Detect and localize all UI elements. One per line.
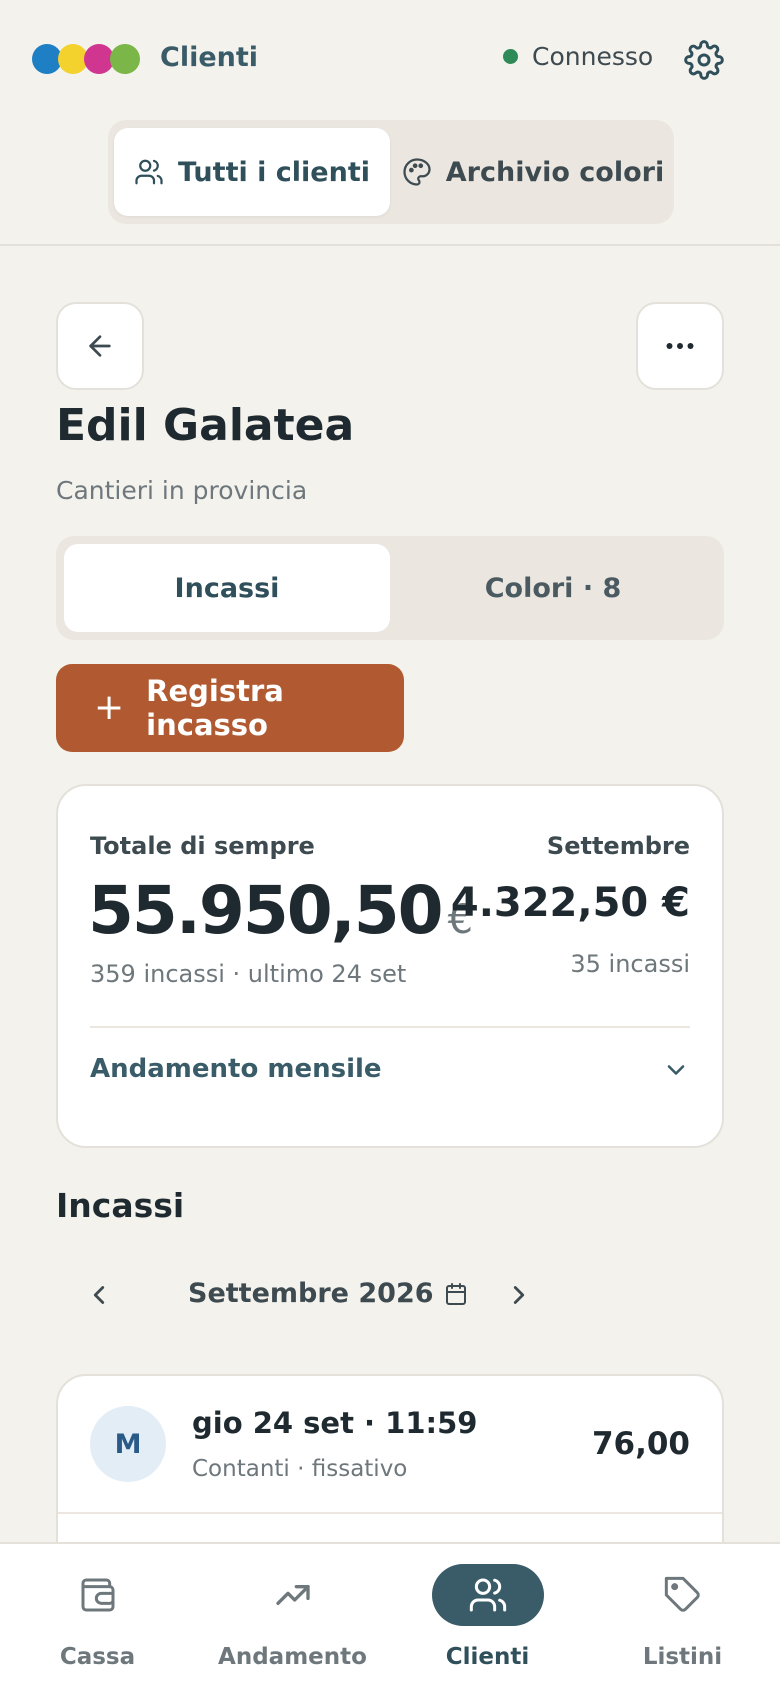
nav-icon-wrap — [627, 1564, 739, 1626]
detail-tabs: Incassi Colori · 8 — [56, 536, 724, 640]
nav-listini[interactable]: Listini — [585, 1544, 780, 1688]
nav-cassa[interactable]: Cassa — [0, 1544, 195, 1688]
nav-label: Cassa — [59, 1644, 136, 1670]
tab-tutti-i-clienti[interactable]: Tutti i clienti — [114, 128, 390, 216]
app-logo — [32, 44, 140, 74]
total-label: Totale di sempre — [90, 832, 315, 860]
incasso-amount: 76,00 — [591, 1426, 690, 1462]
top-segmented-control: Tutti i clienti Archivio colori — [108, 120, 674, 224]
wallet-icon — [81, 1578, 114, 1612]
tab-incassi[interactable]: Incassi — [64, 544, 390, 632]
chevron-down-icon[interactable] — [662, 1056, 690, 1084]
month-picker-label: Settembre 2026 — [188, 1278, 434, 1309]
month-navigator: Settembre 2026 — [56, 1264, 724, 1334]
avatar: M — [90, 1406, 166, 1482]
back-button[interactable] — [56, 302, 144, 390]
nav-label: Andamento — [218, 1644, 367, 1670]
nav-label: Clienti — [445, 1644, 530, 1670]
registra-incasso-button[interactable]: + Registra incasso — [56, 664, 404, 752]
connection-status: Connesso — [503, 42, 653, 71]
chevron-left-icon[interactable] — [84, 1280, 114, 1310]
trend-icon — [275, 1585, 310, 1605]
status-dot — [503, 49, 518, 64]
plus-icon: + — [94, 687, 125, 728]
total-amount: 55.950,50 € — [88, 872, 473, 949]
total-value: 55.950,50 — [88, 872, 444, 949]
andamento-mensile-toggle[interactable]: Andamento mensile — [90, 1054, 382, 1084]
nav-clienti[interactable]: Clienti — [390, 1544, 585, 1688]
arrow-left-icon — [89, 335, 111, 357]
nav-icon-wrap — [237, 1564, 349, 1626]
users-icon — [469, 1578, 506, 1612]
settings-button[interactable] — [684, 40, 724, 80]
client-name: Edil Galatea — [56, 400, 355, 451]
client-subtitle: Cantieri in provincia — [56, 476, 308, 505]
summary-card: Totale di sempre Settembre 55.950,50 € 4.… — [56, 784, 724, 1148]
logo-dot-green — [110, 44, 140, 74]
list-item[interactable]: M gio 24 set · 11:59 Contanti · fissativ… — [58, 1376, 722, 1514]
tab-label: Tutti i clienti — [177, 156, 370, 188]
month-picker[interactable]: Settembre 2026 — [188, 1278, 468, 1309]
palette-icon — [403, 158, 431, 186]
month-label: Settembre — [546, 832, 690, 860]
users-icon — [135, 159, 163, 185]
divider — [90, 1026, 690, 1028]
tab-archivio-colori[interactable]: Archivio colori — [398, 128, 668, 216]
top-bar: Clienti Connesso Tutti i clienti Archivi… — [0, 0, 780, 246]
total-subtext: 359 incassi · ultimo 24 set — [90, 960, 407, 988]
tag-icon — [664, 1576, 700, 1612]
month-amount: 4.322,50 € — [450, 880, 690, 926]
incassi-section-title: Incassi — [56, 1186, 185, 1225]
chevron-right-icon[interactable] — [504, 1280, 534, 1310]
nav-icon-wrap — [431, 1564, 544, 1626]
nav-label: Listini — [642, 1644, 723, 1670]
bottom-navigation: Cassa Andamento Clienti Listini — [0, 1542, 780, 1688]
nav-andamento[interactable]: Andamento — [195, 1544, 390, 1688]
status-label: Connesso — [532, 42, 654, 71]
month-subtext: 35 incassi — [570, 950, 690, 978]
incasso-date: gio 24 set · 11:59 — [192, 1406, 478, 1440]
nav-icon-wrap — [42, 1564, 154, 1626]
registra-incasso-label: Registra incasso — [146, 674, 284, 742]
gear-icon — [684, 40, 724, 80]
tab-label: Archivio colori — [445, 156, 665, 188]
tab-colori[interactable]: Colori · 8 — [390, 544, 716, 632]
more-options-button[interactable] — [636, 302, 724, 390]
calendar-icon — [445, 1282, 466, 1305]
more-horizontal-icon — [666, 343, 694, 349]
app-title: Clienti — [160, 42, 259, 73]
incasso-details: Contanti · fissativo — [192, 1456, 408, 1482]
